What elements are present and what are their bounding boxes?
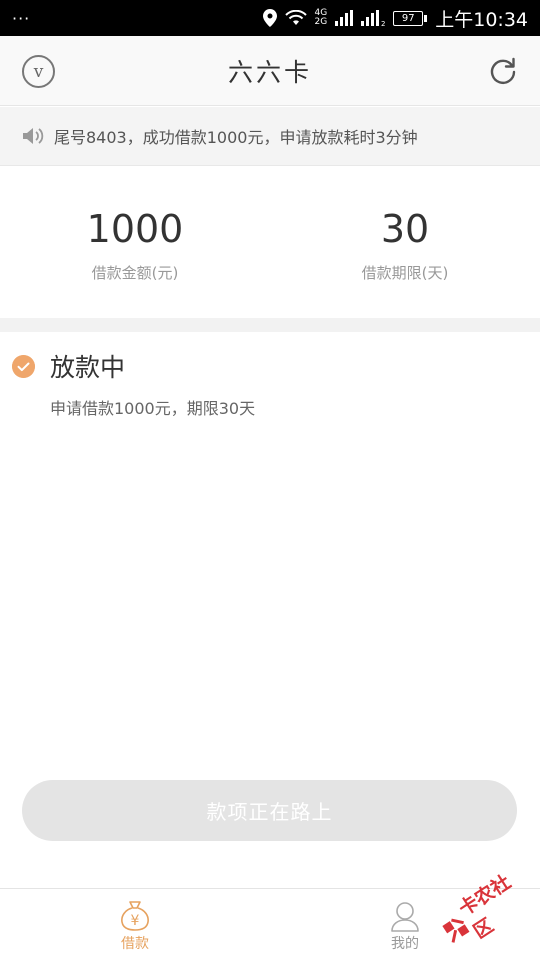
battery-tip	[424, 14, 428, 22]
v-icon-letter: v	[33, 61, 44, 82]
battery-indicator: 97	[393, 10, 428, 26]
notice-bar: 尾号8403，成功借款1000元，申请放款耗时3分钟	[0, 107, 540, 166]
app-header: v 六六卡	[0, 36, 540, 106]
loan-term: 30 借款期限(天)	[270, 206, 540, 283]
signal-icon	[335, 10, 354, 26]
page-title: 六六卡	[227, 57, 312, 87]
status-time: 上午10:34	[435, 8, 528, 31]
network-type: 4G 2G	[315, 9, 328, 27]
refresh-icon[interactable]	[488, 56, 518, 86]
loan-term-label: 借款期限(天)	[361, 264, 449, 282]
loan-amount-value: 1000	[86, 207, 184, 251]
user-icon	[391, 902, 419, 932]
loan-amount-label: 借款金额(元)	[91, 264, 179, 282]
check-circle-icon	[12, 355, 35, 378]
svg-text:2: 2	[381, 20, 385, 26]
status-icons: 4G 2G 2 97 上午10:34	[262, 5, 528, 32]
status-title: 放款中	[50, 353, 126, 382]
money-bag-glyph: ¥	[131, 913, 140, 929]
tab-mine-label: 我的	[391, 936, 419, 952]
signal-icon-secondary: 2	[361, 10, 385, 26]
loan-term-value: 30	[380, 207, 430, 251]
loan-summary: 1000 借款金额(元) 30 借款期限(天)	[0, 166, 540, 318]
tab-loan-label: 借款	[121, 936, 149, 952]
speaker-icon	[23, 128, 44, 144]
money-bag-icon: ¥	[121, 901, 149, 931]
status-description: 申请借款1000元，期限30天	[50, 399, 256, 418]
loan-status: 放款中 申请借款1000元，期限30天	[0, 332, 540, 432]
wifi-icon	[284, 10, 307, 25]
location-icon	[262, 9, 277, 27]
loan-amount: 1000 借款金额(元)	[0, 206, 270, 283]
status-bar: ··· 4G 2G 2 97 上午10:34	[0, 0, 540, 36]
battery-level: 97	[393, 10, 424, 26]
section-divider	[0, 318, 540, 332]
notice-text: 尾号8403，成功借款1000元，申请放款耗时3分钟	[54, 128, 418, 147]
network-type-bottom: 2G	[314, 17, 328, 27]
tab-loan[interactable]: ¥ 借款	[95, 889, 175, 960]
notification-dots: ···	[12, 8, 31, 28]
v-circle-icon[interactable]: v	[22, 55, 55, 88]
loan-progress-button[interactable]: 款项正在路上	[22, 780, 517, 841]
